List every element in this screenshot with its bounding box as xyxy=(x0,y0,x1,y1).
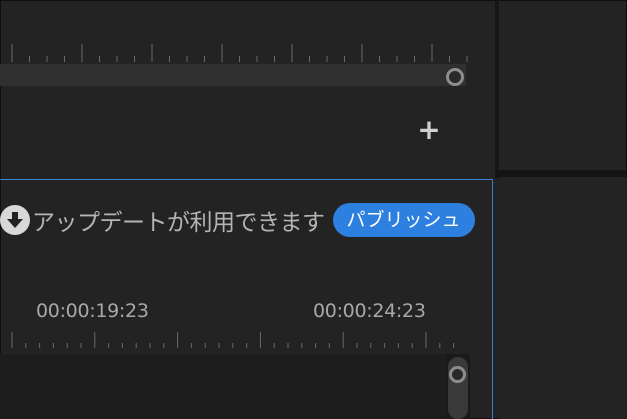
time-ruler-top[interactable] xyxy=(0,38,470,64)
zoom-handle[interactable] xyxy=(446,68,464,86)
track-area[interactable] xyxy=(0,354,446,419)
panel-divider-horizontal[interactable] xyxy=(495,170,627,177)
horizontal-scrollbar[interactable] xyxy=(0,64,466,86)
timecode-label: 00:00:19:23 xyxy=(36,300,149,322)
panel-divider-vertical[interactable] xyxy=(495,0,499,178)
scroll-handle[interactable] xyxy=(449,366,466,383)
time-ruler-bottom[interactable] xyxy=(0,326,470,350)
right-panel xyxy=(499,178,627,419)
timecode-label: 00:00:24:23 xyxy=(313,300,426,322)
download-arrow-icon xyxy=(0,205,30,235)
publish-button[interactable]: パブリッシュ xyxy=(332,203,475,237)
update-available-text: アップデートが利用できます xyxy=(32,210,325,236)
update-notification: アップデートが利用できます パブリッシュ xyxy=(0,200,475,240)
add-button[interactable]: + xyxy=(416,116,442,144)
